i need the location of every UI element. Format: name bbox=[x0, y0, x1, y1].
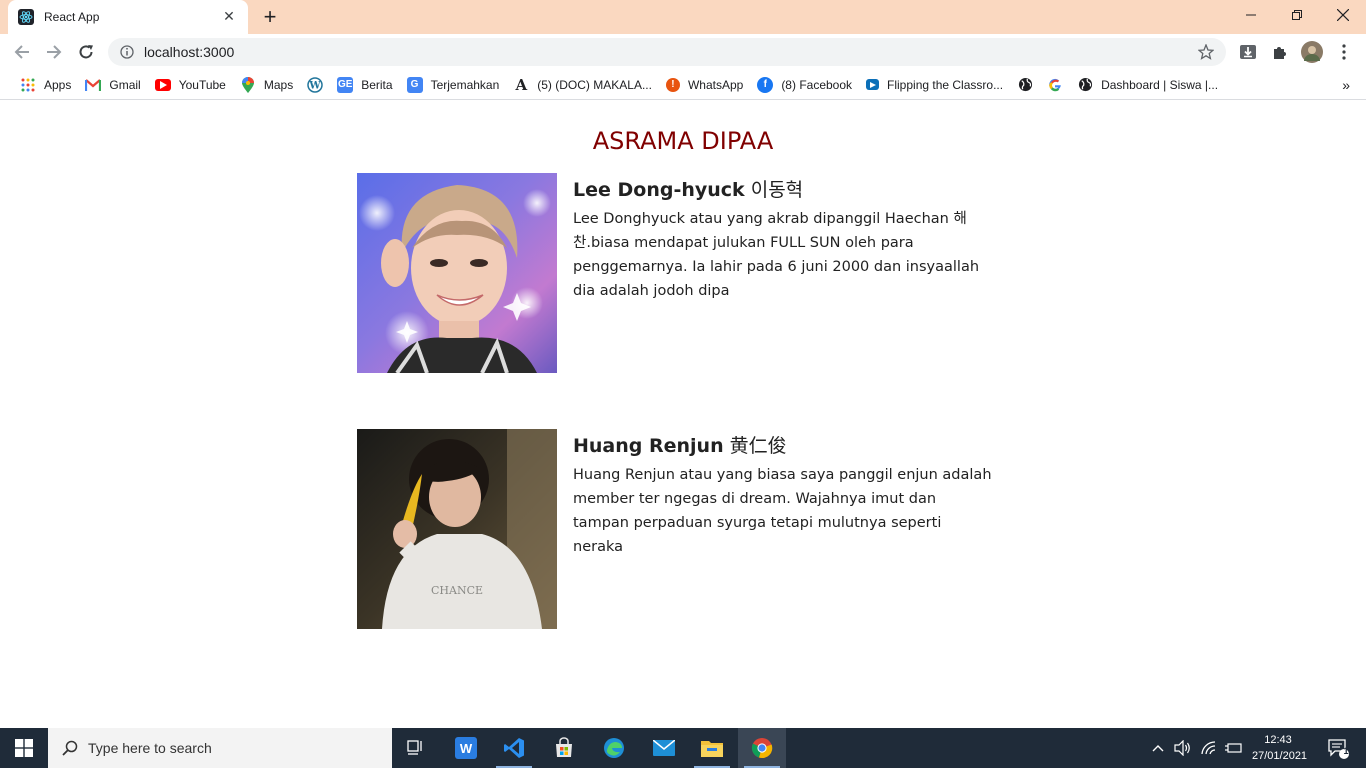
taskbar-chrome[interactable] bbox=[738, 728, 786, 768]
close-tab-icon[interactable]: ✕ bbox=[220, 8, 238, 26]
maps-pin-icon bbox=[240, 76, 256, 93]
chrome-menu-icon[interactable] bbox=[1334, 42, 1354, 62]
wordpress-icon: W bbox=[307, 76, 323, 93]
restore-window-button[interactable] bbox=[1274, 0, 1320, 30]
extensions-puzzle-icon[interactable] bbox=[1270, 42, 1290, 62]
notification-count-badge: 1 bbox=[1343, 746, 1349, 756]
member-name: Lee Dong-hyuck 이동혁 bbox=[573, 175, 803, 202]
member-name-latin: Huang Renjun bbox=[573, 435, 724, 457]
download-icon[interactable] bbox=[1238, 42, 1258, 62]
member-card: Lee Dong-hyuck 이동혁 Lee Donghyuck atau ya… bbox=[357, 173, 997, 373]
member-photo bbox=[357, 173, 557, 373]
bookmark-apps[interactable]: Apps bbox=[14, 73, 77, 97]
chrome-icon bbox=[751, 738, 773, 759]
windows-logo-icon bbox=[15, 739, 33, 757]
url-text[interactable]: localhost:3000 bbox=[144, 44, 1196, 60]
bookmark-gmail[interactable]: Gmail bbox=[79, 73, 146, 97]
youtube-icon bbox=[154, 78, 171, 91]
bookmarks-bar: Apps Gmail YouTube Maps W GE Berita G Te… bbox=[0, 70, 1366, 100]
info-icon[interactable] bbox=[118, 43, 136, 61]
page-content: ASRAMA DIPAA Lee Dong-hyuck 이동혁 Lee Dong… bbox=[0, 101, 1366, 728]
taskbar-microsoft-store[interactable] bbox=[540, 728, 588, 768]
facebook-icon: f bbox=[757, 76, 774, 93]
apps-grid-icon bbox=[20, 77, 36, 93]
profile-avatar[interactable] bbox=[1300, 40, 1324, 64]
google-translate-icon: G bbox=[406, 76, 423, 93]
member-description: Lee Donghyuck atau yang akrab dipanggil … bbox=[573, 211, 980, 299]
search-icon bbox=[60, 738, 80, 758]
taskbar-search-box[interactable]: Type here to search bbox=[48, 728, 392, 768]
member-description: Huang Renjun atau yang biasa saya panggi… bbox=[573, 467, 992, 555]
globe-icon bbox=[1017, 77, 1033, 93]
show-hidden-icons-chevron-icon[interactable] bbox=[1148, 728, 1168, 768]
bookmark-terjemahkan[interactable]: G Terjemahkan bbox=[401, 73, 506, 97]
bookmark-dashboard-siswa[interactable]: Dashboard | Siswa |... bbox=[1071, 73, 1224, 97]
member-name-latin: Lee Dong-hyuck bbox=[573, 179, 745, 201]
close-window-button[interactable] bbox=[1320, 0, 1366, 30]
google-news-icon: GE bbox=[337, 76, 354, 93]
google-icon bbox=[1047, 77, 1063, 93]
mail-icon bbox=[653, 740, 675, 756]
bookmark-youtube[interactable]: YouTube bbox=[149, 73, 232, 97]
battery-icon[interactable] bbox=[1222, 728, 1244, 768]
clock-time: 12:43 bbox=[1264, 734, 1292, 746]
video-play-icon bbox=[866, 79, 880, 90]
svg-text:W: W bbox=[309, 80, 322, 91]
forward-button[interactable] bbox=[40, 38, 68, 66]
taskbar-file-explorer[interactable] bbox=[688, 728, 736, 768]
globe-icon bbox=[1077, 77, 1093, 93]
bookmark-star-icon[interactable] bbox=[1196, 42, 1216, 62]
wps-office-icon: W bbox=[455, 737, 477, 759]
bookmark-maps[interactable]: Maps bbox=[234, 73, 299, 97]
search-placeholder: Type here to search bbox=[88, 740, 212, 756]
new-tab-button[interactable]: + bbox=[258, 4, 282, 29]
member-name-native: 黄仁俊 bbox=[729, 435, 787, 457]
svg-text:CHANCE: CHANCE bbox=[431, 584, 483, 597]
more-bookmarks-chevron-icon[interactable]: » bbox=[1342, 70, 1350, 100]
taskbar-wps-office[interactable]: W bbox=[442, 728, 490, 768]
react-logo-icon bbox=[18, 9, 34, 25]
member-card: CHANCE Huang Renjun 黄仁俊 Huang Renjun ata… bbox=[357, 429, 997, 629]
gmail-icon bbox=[85, 77, 102, 93]
browser-title-bar: React App ✕ + bbox=[0, 0, 1366, 34]
bookmark-facebook[interactable]: f (8) Facebook bbox=[751, 73, 858, 97]
bookmark-whatsapp[interactable]: ! WhatsApp bbox=[660, 73, 749, 97]
academia-icon: A bbox=[515, 75, 528, 94]
task-view-button[interactable] bbox=[392, 728, 440, 768]
taskbar-vscode[interactable] bbox=[490, 728, 538, 768]
network-wifi-icon[interactable] bbox=[1198, 728, 1220, 768]
whatsapp-icon: ! bbox=[665, 77, 680, 92]
action-center-button[interactable]: 1 bbox=[1318, 728, 1358, 768]
bookmark-wordpress[interactable]: W bbox=[301, 73, 329, 97]
bookmark-flipping-classroom[interactable]: Flipping the Classro... bbox=[860, 73, 1009, 97]
member-name: Huang Renjun 黄仁俊 bbox=[573, 431, 787, 458]
microsoft-store-icon bbox=[556, 737, 572, 757]
address-bar[interactable]: localhost:3000 bbox=[108, 38, 1226, 66]
browser-toolbar: localhost:3000 bbox=[0, 34, 1366, 70]
taskbar-mail[interactable] bbox=[640, 728, 688, 768]
browser-tab[interactable]: React App ✕ bbox=[8, 0, 248, 34]
start-button[interactable] bbox=[0, 728, 48, 768]
reload-button[interactable] bbox=[72, 38, 100, 66]
minimize-window-button[interactable] bbox=[1228, 0, 1274, 30]
folder-icon bbox=[701, 741, 723, 757]
bookmark-globe[interactable] bbox=[1011, 73, 1039, 97]
clock-date: 27/01/2021 bbox=[1252, 750, 1308, 762]
back-button[interactable] bbox=[8, 38, 36, 66]
vscode-icon bbox=[504, 738, 524, 758]
bookmark-berita[interactable]: GE Berita bbox=[331, 73, 398, 97]
volume-icon[interactable] bbox=[1172, 728, 1194, 768]
page-title: ASRAMA DIPAA bbox=[592, 127, 774, 155]
member-name-native: 이동혁 bbox=[750, 179, 804, 201]
bookmark-google[interactable] bbox=[1041, 73, 1069, 97]
system-clock[interactable]: 12:43 27/01/2021 bbox=[1252, 732, 1308, 764]
svg-text:W: W bbox=[460, 741, 473, 756]
member-photo: CHANCE bbox=[357, 429, 557, 629]
edge-icon bbox=[604, 738, 624, 758]
windows-taskbar: Type here to search W 12:43 27/01/2021 1 bbox=[0, 728, 1366, 768]
tab-title: React App bbox=[44, 10, 100, 24]
taskbar-edge[interactable] bbox=[590, 728, 638, 768]
bookmark-makalah[interactable]: A (5) (DOC) MAKALA... bbox=[507, 73, 658, 97]
task-view-icon bbox=[407, 740, 422, 755]
